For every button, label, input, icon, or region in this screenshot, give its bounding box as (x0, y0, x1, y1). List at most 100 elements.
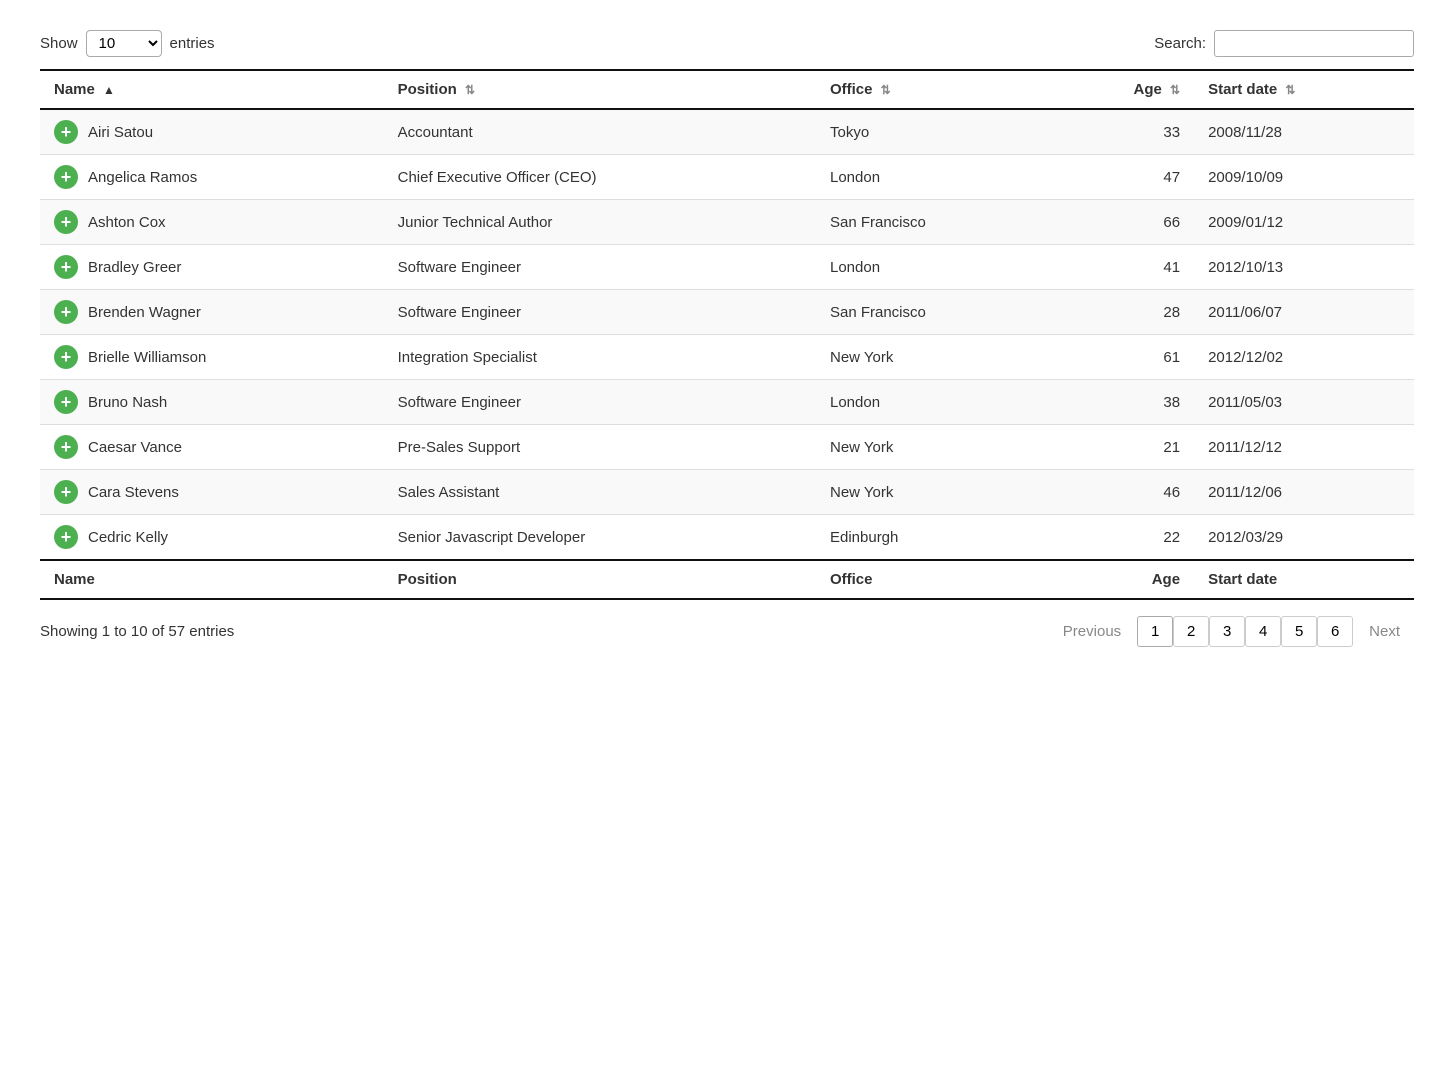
footer-start-date: Start date (1194, 560, 1414, 599)
row-start-date-2: 2009/01/12 (1194, 200, 1414, 245)
show-entries-container: Show 102550100 entries (40, 30, 215, 57)
row-start-date-7: 2011/12/12 (1194, 425, 1414, 470)
row-position-3: Software Engineer (384, 245, 816, 290)
page-btn-6[interactable]: 6 (1317, 616, 1353, 647)
row-age-8: 46 (1052, 470, 1194, 515)
row-position-6: Software Engineer (384, 380, 816, 425)
row-start-date-1: 2009/10/09 (1194, 155, 1414, 200)
expand-icon-4[interactable]: + (54, 300, 78, 324)
row-name-8: Cara Stevens (88, 484, 179, 501)
row-name-5: Brielle Williamson (88, 349, 206, 366)
page-btn-3[interactable]: 3 (1209, 616, 1245, 647)
row-name-4: Brenden Wagner (88, 304, 201, 321)
row-start-date-4: 2011/06/07 (1194, 290, 1414, 335)
header-row: Name ▲ Position ⇅ Office ⇅ Age ⇅ Start d… (40, 70, 1414, 109)
table-row: + Bradley Greer Software EngineerLondon412… (40, 245, 1414, 290)
row-name-2: Ashton Cox (88, 214, 166, 231)
showing-text: Showing 1 to 10 of 57 entries (40, 623, 234, 640)
table-row: +Airi SatouAccountantTokyo332008/11/28 (40, 109, 1414, 155)
name-cell-3: + Bradley Greer (40, 245, 384, 290)
expand-icon-3[interactable]: + (54, 255, 78, 279)
row-office-6: London (816, 380, 1052, 425)
row-office-7: New York (816, 425, 1052, 470)
sort-icon-age: ⇅ (1170, 83, 1180, 97)
row-start-date-3: 2012/10/13 (1194, 245, 1414, 290)
row-office-3: London (816, 245, 1052, 290)
next-button[interactable]: Next (1355, 617, 1414, 646)
expand-icon-8[interactable]: + (54, 480, 78, 504)
col-position[interactable]: Position ⇅ (384, 70, 816, 109)
row-age-7: 21 (1052, 425, 1194, 470)
page-btn-5[interactable]: 5 (1281, 616, 1317, 647)
data-table: Name ▲ Position ⇅ Office ⇅ Age ⇅ Start d… (40, 69, 1414, 600)
row-position-2: Junior Technical Author (384, 200, 816, 245)
entries-label: entries (170, 35, 215, 52)
sort-icon-position: ⇅ (465, 83, 475, 97)
search-box: Search: (1154, 30, 1414, 57)
col-position-label: Position (398, 81, 457, 98)
name-cell-6: + Bruno Nash (40, 380, 384, 425)
row-age-1: 47 (1052, 155, 1194, 200)
table-row: +Caesar VancePre-Sales SupportNew York21… (40, 425, 1414, 470)
table-row: + Cedric Kelly Senior Javascript Developer… (40, 515, 1414, 561)
row-age-4: 28 (1052, 290, 1194, 335)
page-btn-1[interactable]: 1 (1137, 616, 1173, 647)
search-input[interactable] (1214, 30, 1414, 57)
col-name-label: Name (54, 81, 95, 98)
expand-icon-7[interactable]: + (54, 435, 78, 459)
table-footer: Name Position Office Age Start date (40, 560, 1414, 599)
row-name-3: Bradley Greer (88, 259, 181, 276)
col-name[interactable]: Name ▲ (40, 70, 384, 109)
footer-age: Age (1052, 560, 1194, 599)
footer-position: Position (384, 560, 816, 599)
name-cell-1: +Angelica Ramos (40, 155, 384, 200)
name-cell-9: + Cedric Kelly (40, 515, 384, 561)
name-cell-8: + Cara Stevens (40, 470, 384, 515)
table-row: + Brielle Williamson Integration Specialis… (40, 335, 1414, 380)
table-row: +Ashton CoxJunior Technical AuthorSan Fr… (40, 200, 1414, 245)
row-position-5: Integration Specialist (384, 335, 816, 380)
row-age-2: 66 (1052, 200, 1194, 245)
col-start-date[interactable]: Start date ⇅ (1194, 70, 1414, 109)
row-position-0: Accountant (384, 109, 816, 155)
row-start-date-9: 2012/03/29 (1194, 515, 1414, 561)
page-btn-2[interactable]: 2 (1173, 616, 1209, 647)
row-name-6: Bruno Nash (88, 394, 167, 411)
expand-icon-9[interactable]: + (54, 525, 78, 549)
row-age-9: 22 (1052, 515, 1194, 561)
row-name-9: Cedric Kelly (88, 529, 168, 546)
page-buttons: 123456 (1137, 616, 1353, 647)
controls-top: Show 102550100 entries Search: (40, 30, 1414, 57)
expand-icon-5[interactable]: + (54, 345, 78, 369)
expand-icon-1[interactable]: + (54, 165, 78, 189)
col-age[interactable]: Age ⇅ (1052, 70, 1194, 109)
expand-icon-0[interactable]: + (54, 120, 78, 144)
row-position-8: Sales Assistant (384, 470, 816, 515)
name-cell-4: + Brenden Wagner (40, 290, 384, 335)
footer-name: Name (40, 560, 384, 599)
row-position-9: Senior Javascript Developer (384, 515, 816, 561)
col-age-label: Age (1133, 81, 1161, 98)
expand-icon-6[interactable]: + (54, 390, 78, 414)
row-office-4: San Francisco (816, 290, 1052, 335)
col-start-date-label: Start date (1208, 81, 1277, 98)
entries-select[interactable]: 102550100 (86, 30, 162, 57)
row-position-1: Chief Executive Officer (CEO) (384, 155, 816, 200)
name-cell-2: + Ashton Cox (40, 200, 384, 245)
footer-row: Name Position Office Age Start date (40, 560, 1414, 599)
table-body: +Airi SatouAccountantTokyo332008/11/28+A… (40, 109, 1414, 560)
prev-button[interactable]: Previous (1049, 617, 1135, 646)
name-cell-5: + Brielle Williamson (40, 335, 384, 380)
expand-icon-2[interactable]: + (54, 210, 78, 234)
row-age-3: 41 (1052, 245, 1194, 290)
page-btn-4[interactable]: 4 (1245, 616, 1281, 647)
col-office[interactable]: Office ⇅ (816, 70, 1052, 109)
sort-icon-start-date: ⇅ (1285, 83, 1295, 97)
table-row: +Cara StevensSales AssistantNew York4620… (40, 470, 1414, 515)
row-age-0: 33 (1052, 109, 1194, 155)
name-cell-7: +Caesar Vance (40, 425, 384, 470)
row-position-7: Pre-Sales Support (384, 425, 816, 470)
row-age-6: 38 (1052, 380, 1194, 425)
sort-icon-name: ▲ (103, 83, 115, 97)
search-label: Search: (1154, 35, 1206, 52)
